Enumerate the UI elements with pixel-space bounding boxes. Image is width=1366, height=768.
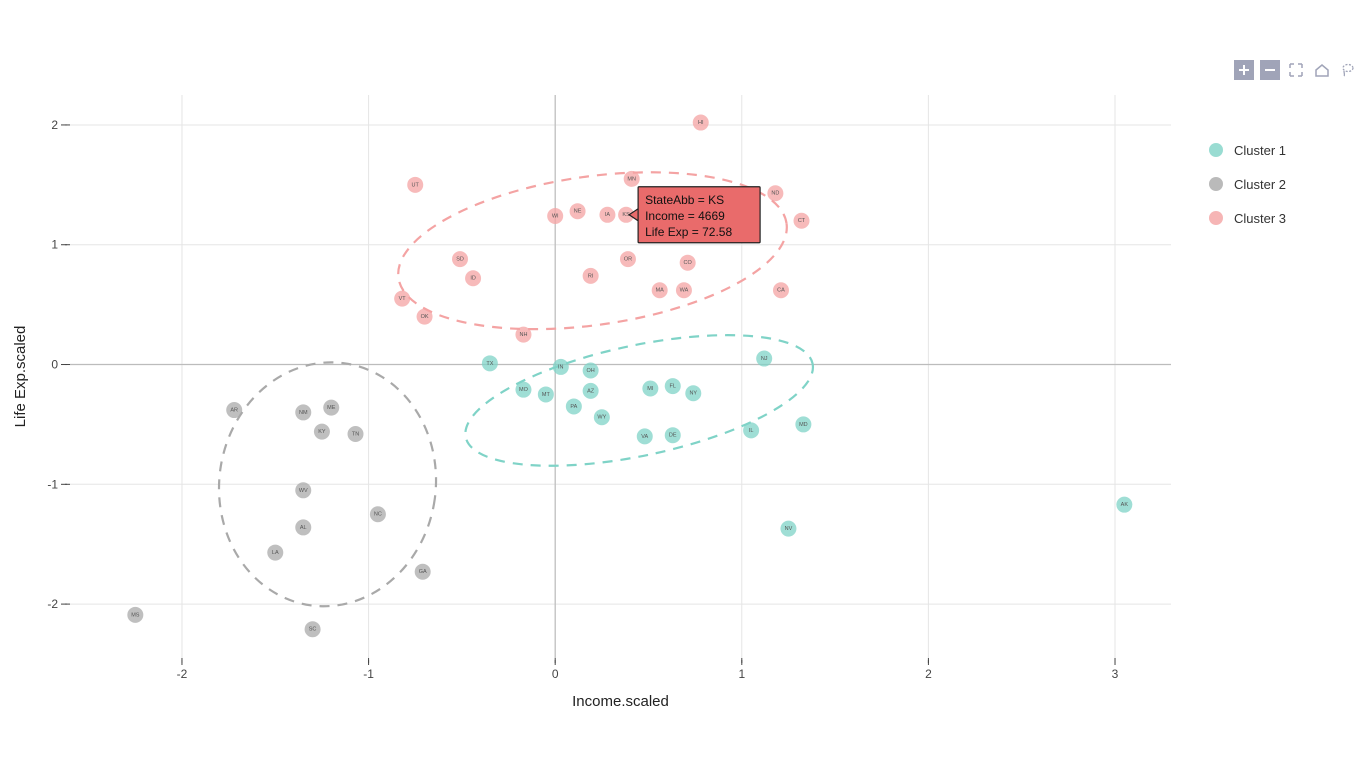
data-point[interactable] [295, 519, 311, 535]
data-point[interactable] [743, 422, 759, 438]
data-point[interactable] [642, 380, 658, 396]
y-tick-label: 2 [51, 118, 58, 132]
lasso-icon [1340, 62, 1356, 78]
data-point[interactable] [394, 291, 410, 307]
y-tick-label: 1 [51, 238, 58, 252]
x-axis-title: Income.scaled [572, 693, 669, 710]
data-point[interactable] [583, 383, 599, 399]
data-point[interactable] [665, 427, 681, 443]
data-point[interactable] [127, 607, 143, 623]
data-point[interactable] [547, 208, 563, 224]
data-point[interactable] [538, 386, 554, 402]
x-tick-label: 3 [1112, 667, 1119, 681]
data-point[interactable] [767, 185, 783, 201]
data-point[interactable] [465, 270, 481, 286]
data-point[interactable] [624, 171, 640, 187]
tooltip-line: Income = 4669 [645, 209, 725, 223]
data-point[interactable] [652, 282, 668, 298]
x-tick-label: 2 [925, 667, 932, 681]
data-point[interactable] [685, 385, 701, 401]
data-point[interactable] [583, 363, 599, 379]
data-point[interactable] [415, 564, 431, 580]
data-point[interactable] [482, 355, 498, 371]
data-point[interactable] [267, 545, 283, 561]
data-point[interactable] [1116, 497, 1132, 513]
x-tick-label: -1 [363, 667, 374, 681]
data-point[interactable] [780, 521, 796, 537]
legend-swatch[interactable] [1209, 177, 1223, 191]
y-tick-label: -2 [47, 597, 58, 611]
data-point[interactable] [570, 203, 586, 219]
axes: -2 -1 0 1 2 3 -2 -1 0 1 2 [47, 118, 1118, 681]
data-point[interactable] [773, 282, 789, 298]
data-point[interactable] [305, 621, 321, 637]
data-point[interactable] [323, 400, 339, 416]
home-button[interactable] [1312, 60, 1332, 80]
lasso-button[interactable] [1338, 60, 1358, 80]
zero-lines [70, 95, 1171, 658]
data-point[interactable] [594, 409, 610, 425]
x-tick-label: 0 [552, 667, 559, 681]
y-tick-label: 0 [51, 358, 58, 372]
legend-swatch[interactable] [1209, 211, 1223, 225]
data-point[interactable] [295, 404, 311, 420]
data-point[interactable] [553, 359, 569, 375]
data-point[interactable] [314, 424, 330, 440]
x-tick-label: -2 [177, 667, 188, 681]
data-point[interactable] [566, 398, 582, 414]
plus-icon [1236, 62, 1252, 78]
data-point[interactable] [676, 282, 692, 298]
legend-label[interactable]: Cluster 1 [1234, 143, 1286, 158]
data-point[interactable] [515, 327, 531, 343]
data-point[interactable] [599, 207, 615, 223]
scatter-chart: -2 -1 0 1 2 3 -2 -1 0 1 2 Income.scaled Life Exp.sca… [0, 0, 1366, 768]
data-point[interactable] [680, 255, 696, 271]
y-tick-label: -1 [47, 477, 58, 491]
data-point[interactable] [226, 402, 242, 418]
legend-label[interactable]: Cluster 3 [1234, 211, 1286, 226]
zoom-out-button[interactable] [1260, 60, 1280, 80]
chart-toolbar [1234, 60, 1358, 80]
data-point[interactable] [348, 426, 364, 442]
cluster-ellipse [388, 150, 797, 352]
expand-icon [1288, 62, 1304, 78]
data-point[interactable] [452, 251, 468, 267]
data-point[interactable] [693, 115, 709, 131]
tooltip-line: Life Exp = 72.58 [645, 225, 732, 239]
data-point[interactable] [794, 213, 810, 229]
home-icon [1314, 62, 1330, 78]
legend-label[interactable]: Cluster 2 [1234, 177, 1286, 192]
data-point[interactable] [665, 378, 681, 394]
minus-icon [1262, 62, 1278, 78]
data-point[interactable] [583, 268, 599, 284]
data-point[interactable] [515, 382, 531, 398]
cluster-ellipse [454, 310, 824, 492]
grid [70, 95, 1171, 658]
legend-swatch[interactable] [1209, 143, 1223, 157]
data-point[interactable] [637, 428, 653, 444]
data-point[interactable] [795, 416, 811, 432]
data-point[interactable] [620, 251, 636, 267]
tooltip-line: StateAbb = KS [645, 193, 724, 207]
x-tick-label: 1 [738, 667, 745, 681]
expand-button[interactable] [1286, 60, 1306, 80]
data-point[interactable] [756, 351, 772, 367]
data-point[interactable] [370, 506, 386, 522]
data-point[interactable] [417, 309, 433, 325]
chart-svg: -2 -1 0 1 2 3 -2 -1 0 1 2 Income.scaled Life Exp.sca… [0, 0, 1366, 768]
data-point[interactable] [295, 482, 311, 498]
y-axis-title: Life Exp.scaled [12, 326, 29, 428]
data-point[interactable] [407, 177, 423, 193]
zoom-in-button[interactable] [1234, 60, 1254, 80]
